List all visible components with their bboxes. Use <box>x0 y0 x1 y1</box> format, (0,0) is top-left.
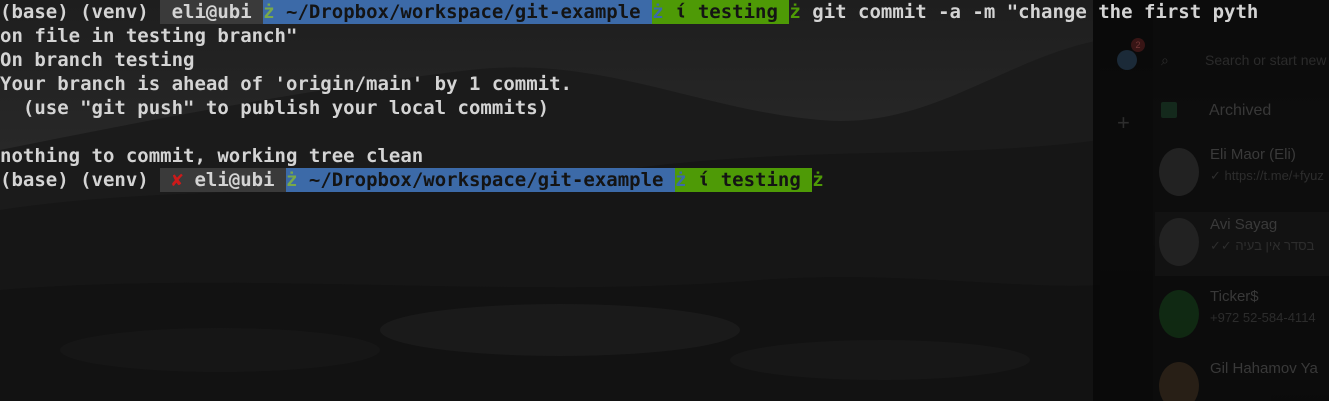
powerline-separator: ż <box>652 0 664 24</box>
git-branch-icon: ί <box>663 0 698 24</box>
powerline-separator: ż <box>789 1 801 23</box>
prompt-user-host: eli@ubi <box>183 168 286 192</box>
git-branch-icon: ί <box>686 168 721 192</box>
powerline-separator: ż <box>674 168 687 192</box>
powerline-separator: ż <box>812 169 824 191</box>
powerline-separator: ż <box>263 0 275 24</box>
output-line: Your branch is ahead of 'origin/main' by… <box>0 73 572 95</box>
prompt-git-branch: testing <box>720 168 813 192</box>
prompt-path: ~/Dropbox/workspace/git-example <box>297 168 675 192</box>
error-status-icon: ✘ <box>160 168 184 192</box>
prompt-line: (base) (venv) eli@ubi ż ~/Dropbox/worksp… <box>0 0 1329 24</box>
output-line: nothing to commit, working tree clean <box>0 145 424 167</box>
powerline-separator: ż <box>286 168 298 192</box>
output-line: On branch testing <box>0 49 195 71</box>
output-line: (use "git push" to publish your local co… <box>0 97 550 119</box>
prompt-line[interactable]: (base) (venv) ✘ eli@ubi ż ~/Dropbox/work… <box>0 168 1329 192</box>
command-text: git commit -a -m "change the first pyth <box>800 1 1259 23</box>
prompt-git-branch: testing <box>697 0 790 24</box>
prompt-user-host: eli@ubi <box>160 0 264 24</box>
conda-env-indicator: (base) (venv) <box>0 169 161 191</box>
prompt-path: ~/Dropbox/workspace/git-example <box>274 0 653 24</box>
terminal-window[interactable]: (base) (venv) eli@ubi ż ~/Dropbox/worksp… <box>0 0 1329 401</box>
conda-env-indicator: (base) (venv) <box>0 1 161 23</box>
command-text-wrapped: on file in testing branch" <box>0 25 298 47</box>
